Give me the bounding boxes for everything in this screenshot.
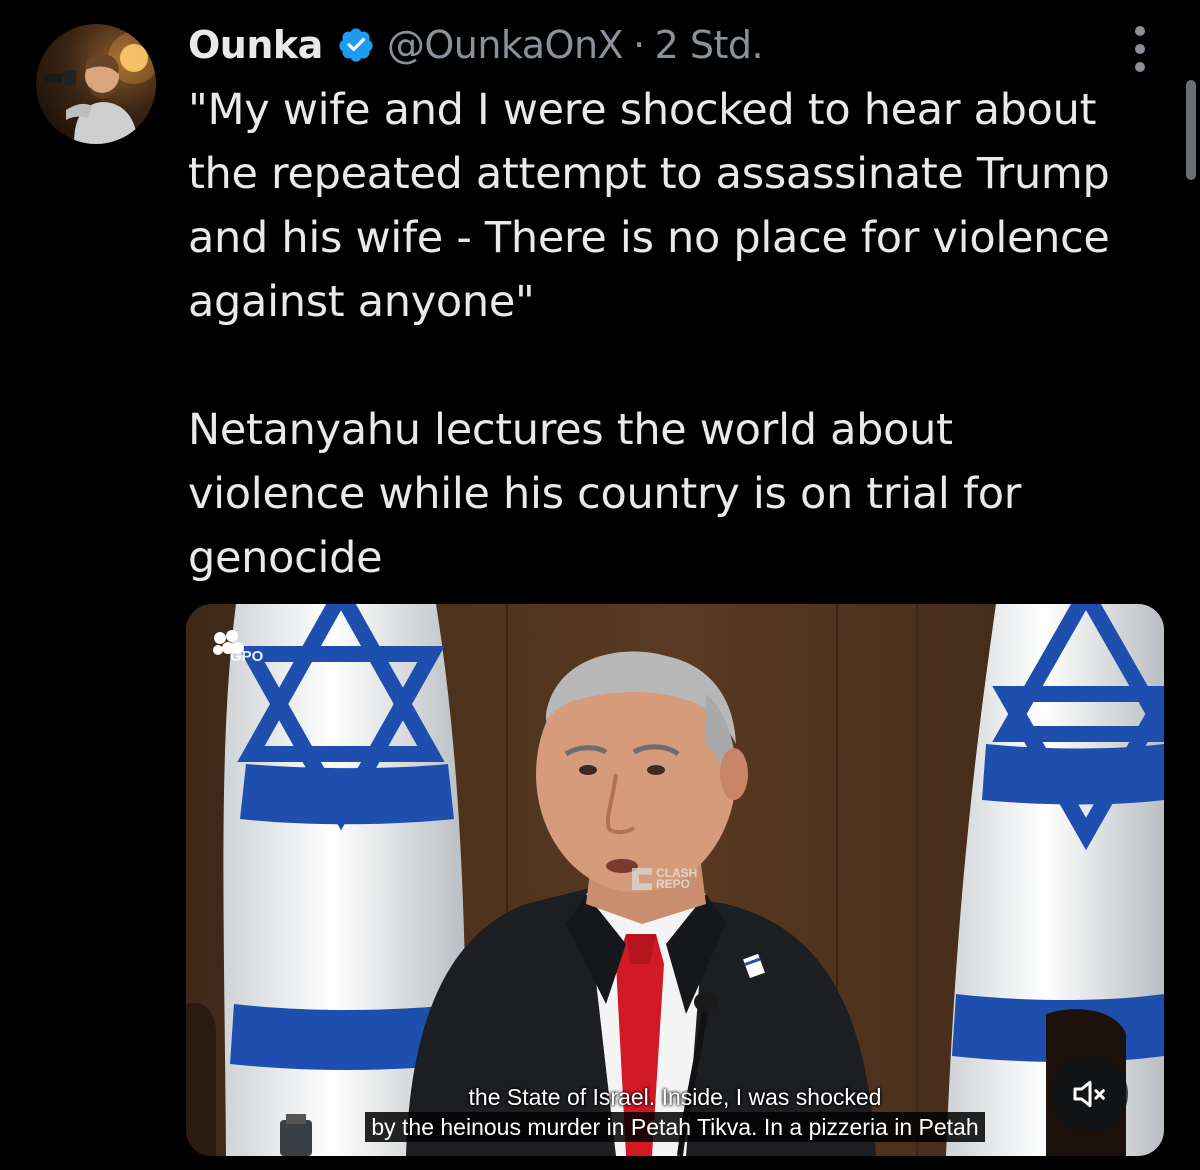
scrollbar-thumb[interactable]	[1186, 80, 1196, 180]
more-dot	[1135, 62, 1145, 72]
video-player[interactable]: GPO CLASH REPO the State of Israel. Insi…	[186, 604, 1164, 1156]
more-options-icon[interactable]	[1122, 26, 1158, 72]
subtitle-line: the State of Israel. Inside, I was shock…	[468, 1084, 882, 1110]
verified-badge-icon	[337, 26, 375, 64]
tweet-paragraph: "My wife and I were shocked to hear abou…	[188, 85, 1110, 327]
avatar-image	[44, 32, 156, 144]
more-dot	[1135, 44, 1145, 54]
avatar[interactable]	[36, 24, 156, 144]
clash-report-watermark: CLASH REPO	[632, 866, 698, 891]
display-name[interactable]: Ounka	[188, 23, 323, 67]
watermark-mark	[632, 868, 652, 890]
gpo-logo-text: GPO	[230, 648, 264, 665]
unmute-button[interactable]	[1052, 1056, 1128, 1132]
video-subtitles: the State of Israel. Inside, I was shock…	[186, 1082, 1164, 1142]
tweet-paragraph: Netanyahu lectures the world about viole…	[188, 405, 1022, 583]
watermark-text: CLASH REPO	[656, 866, 698, 891]
more-dot	[1135, 26, 1145, 36]
tweet-text: "My wife and I were shocked to hear abou…	[188, 78, 1168, 590]
timestamp[interactable]: 2 Std.	[655, 23, 764, 67]
tweet[interactable]: Ounka @OunkaOnX · 2 Std. "My wife and I …	[0, 0, 1200, 1170]
subtitle-line: by the heinous murder in Petah Tikva. In…	[365, 1112, 985, 1142]
tweet-header: Ounka @OunkaOnX · 2 Std.	[188, 20, 764, 70]
author-handle[interactable]: @OunkaOnX	[387, 23, 624, 67]
separator-dot: ·	[633, 23, 645, 67]
speaker-muted-icon	[1073, 1080, 1105, 1108]
